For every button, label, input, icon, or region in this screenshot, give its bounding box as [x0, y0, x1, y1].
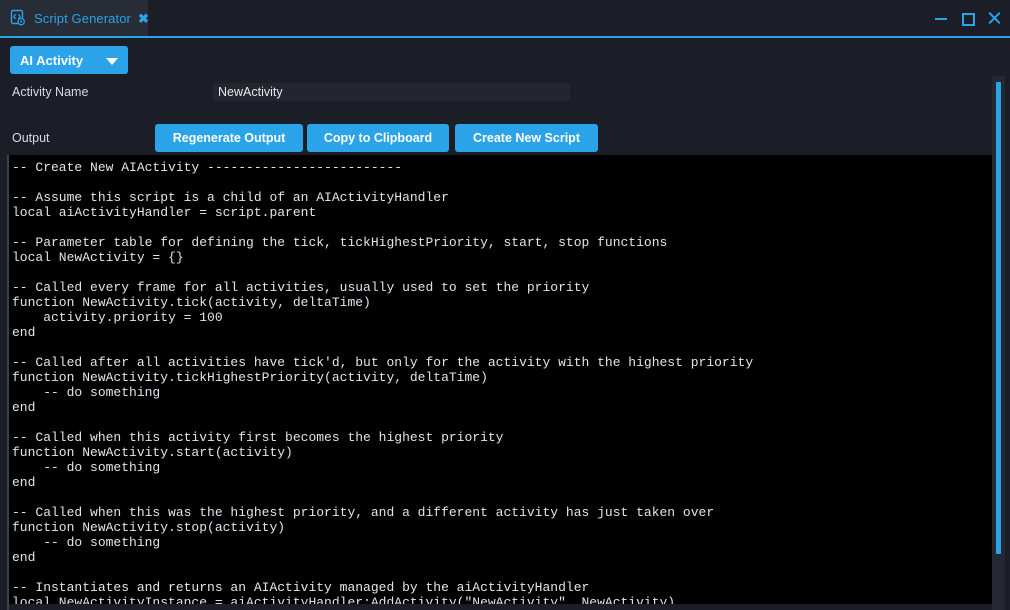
script-generator-icon — [9, 9, 27, 27]
close-icon[interactable] — [988, 11, 1002, 25]
output-code-area[interactable]: -- Create New AIActivity ---------------… — [9, 155, 992, 604]
output-panel: -- Create New AIActivity ---------------… — [0, 155, 1010, 610]
window-controls — [934, 0, 1002, 36]
activity-name-input[interactable] — [213, 83, 570, 101]
activity-name-label: Activity Name — [12, 85, 89, 99]
minimize-icon[interactable] — [934, 11, 948, 25]
activity-type-dropdown[interactable]: AI Activity — [10, 46, 128, 74]
regenerate-output-button[interactable]: Regenerate Output — [155, 124, 303, 152]
tab-label: Script Generator — [34, 10, 131, 26]
tab-close-icon[interactable]: ✖ — [138, 12, 149, 25]
output-label: Output — [12, 131, 50, 145]
title-bar-accent-divider — [0, 36, 1010, 38]
activity-type-dropdown-label: AI Activity — [20, 52, 84, 68]
title-bar: Script Generator ✖ — [0, 0, 1010, 37]
chevron-down-icon — [106, 58, 118, 65]
create-new-script-button[interactable]: Create New Script — [455, 124, 598, 152]
vertical-scrollbar-thumb[interactable] — [996, 82, 1001, 554]
tab-script-generator[interactable]: Script Generator ✖ — [0, 0, 149, 36]
output-code-text: -- Create New AIActivity ---------------… — [12, 160, 754, 604]
maximize-icon[interactable] — [961, 11, 975, 26]
copy-to-clipboard-button[interactable]: Copy to Clipboard — [307, 124, 449, 152]
